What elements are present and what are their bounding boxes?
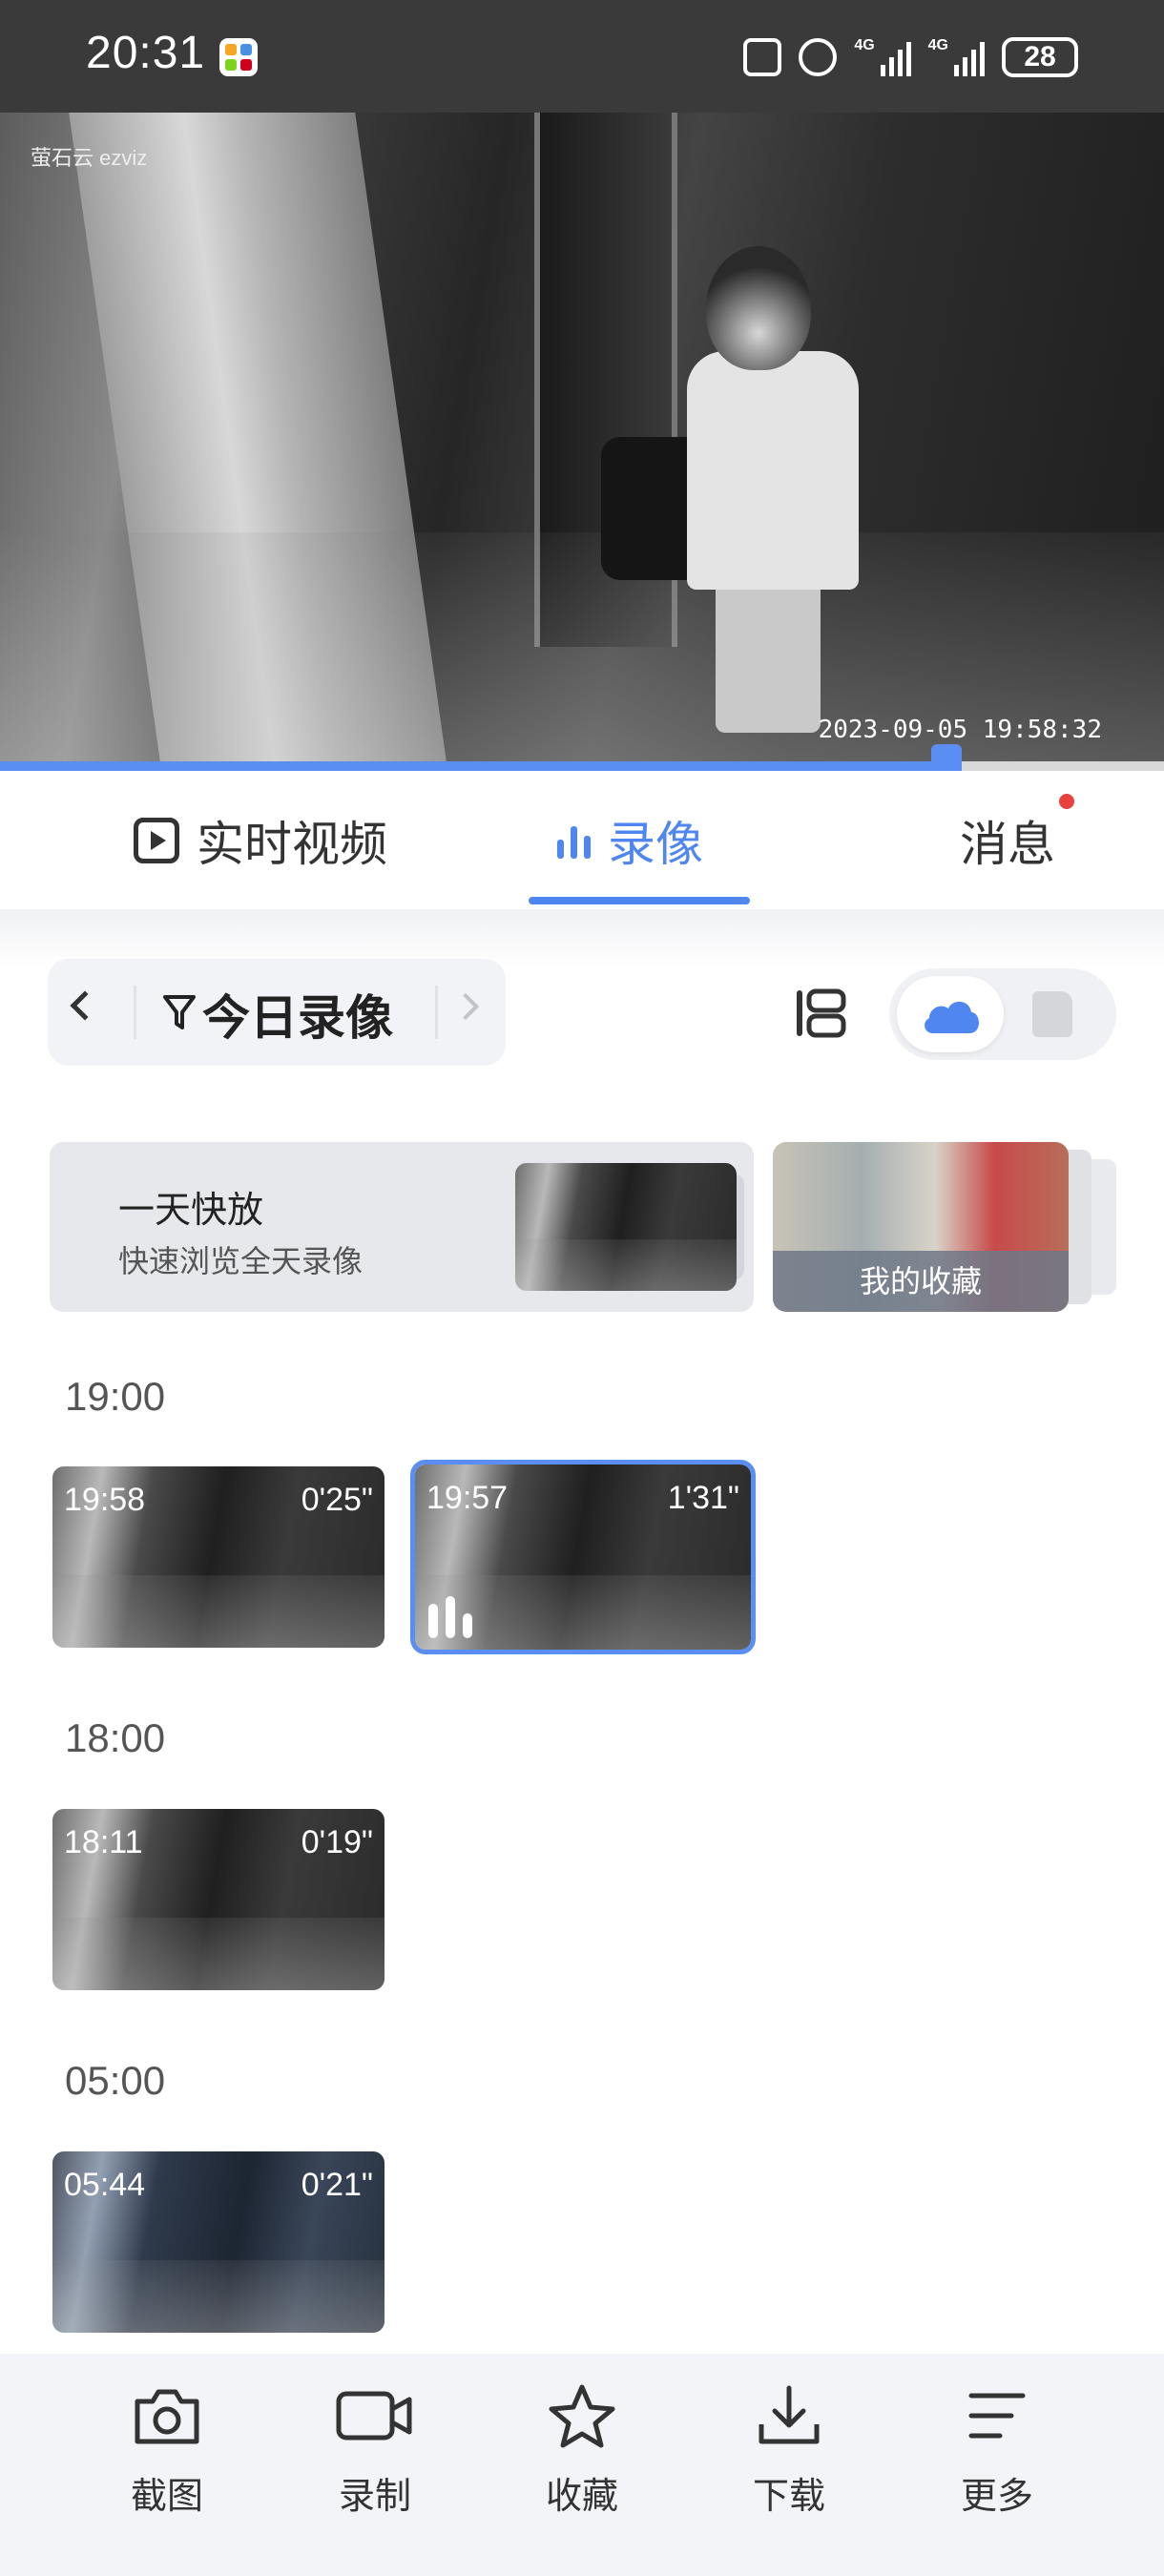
clip-start-time: 19:58	[64, 1482, 146, 1518]
panel-shadow	[0, 909, 1164, 966]
nfc-icon	[743, 38, 782, 76]
active-tab-indicator	[529, 897, 750, 904]
chevron-right-icon[interactable]	[451, 992, 480, 1021]
tab-messages[interactable]: 消息	[960, 771, 1055, 909]
sd-card-icon[interactable]	[1032, 991, 1072, 1037]
day-fast-play-card[interactable]: 一天快放 快速浏览全天录像	[50, 1142, 754, 1312]
storage-source-toggle[interactable]	[889, 968, 1116, 1060]
clip-start-time: 05:44	[64, 2167, 146, 2203]
recording-clip[interactable]: 05:44 0'21"	[52, 2151, 385, 2333]
now-playing-icon	[428, 1596, 472, 1638]
status-bar: 20:31 4G 4G 28	[0, 0, 1164, 113]
favorite-button[interactable]: 收藏	[506, 2382, 658, 2554]
hour-label: 18:00	[65, 1715, 166, 1760]
cloud-storage-option[interactable]	[897, 976, 1004, 1052]
recording-clip[interactable]: 19:58 0'25"	[52, 1466, 385, 1648]
tool-label: 录制	[338, 2475, 411, 2517]
list-layout-icon[interactable]	[794, 987, 847, 1039]
record-button[interactable]: 录制	[299, 2382, 451, 2554]
tab-recordings[interactable]: 录像	[557, 771, 703, 909]
favorites-label: 我的收藏	[773, 1251, 1069, 1312]
recording-clip-selected[interactable]: 19:57 1'31"	[410, 1460, 756, 1654]
tab-label: 录像	[608, 816, 703, 872]
unread-badge	[1059, 794, 1074, 809]
hour-label: 05:00	[65, 2058, 166, 2103]
tool-label: 更多	[960, 2475, 1033, 2517]
recording-clip[interactable]: 18:11 0'19"	[52, 1809, 385, 1990]
filter-label[interactable]: 今日录像	[202, 980, 393, 1049]
app-notification-icon	[219, 38, 258, 76]
download-icon	[759, 2385, 820, 2444]
filter-icon	[163, 995, 196, 1029]
tab-bar: 实时视频 录像 消息	[0, 771, 1164, 909]
signal-icon: 4G	[928, 38, 985, 76]
video-player[interactable]: 萤石云 ezviz 2023-09-05 19:58:32	[0, 113, 1164, 761]
favorites-card[interactable]: 我的收藏	[773, 1142, 1069, 1312]
clip-start-time: 19:57	[426, 1480, 509, 1516]
star-icon	[549, 2384, 615, 2448]
hour-label: 19:00	[65, 1374, 166, 1419]
network-type: 4G	[927, 37, 948, 53]
clip-duration: 0'21"	[301, 2167, 373, 2203]
playback-progress-bar[interactable]	[0, 744, 1164, 790]
menu-icon	[968, 2393, 1026, 2439]
tab-label: 消息	[960, 816, 1055, 872]
tab-label: 实时视频	[197, 816, 387, 872]
clip-start-time: 18:11	[64, 1824, 143, 1860]
network-type: 4G	[854, 37, 875, 53]
chevron-left-icon[interactable]	[70, 990, 100, 1021]
tool-label: 下载	[752, 2475, 825, 2517]
tab-live-video[interactable]: 实时视频	[134, 771, 387, 909]
date-filter: 今日录像	[48, 959, 506, 1066]
play-square-icon	[134, 817, 179, 863]
brand-logo: 萤石云 ezviz	[31, 146, 148, 170]
quick-play-title: 一天快放	[118, 1189, 264, 1231]
clip-duration: 1'31"	[667, 1480, 739, 1516]
clip-duration: 0'25"	[301, 1482, 373, 1518]
video-camera-icon	[336, 2391, 412, 2441]
signal-icon: 4G	[854, 37, 911, 76]
quick-play-subtitle: 快速浏览全天录像	[118, 1243, 364, 1279]
tool-label: 收藏	[545, 2475, 618, 2517]
bar-chart-icon	[557, 822, 591, 859]
tool-label: 截图	[130, 2475, 203, 2517]
video-timestamp: 2023-09-05 19:58:32	[818, 716, 1102, 744]
quick-play-thumbnail	[515, 1163, 744, 1291]
more-button[interactable]: 更多	[921, 2382, 1073, 2554]
camera-icon	[135, 2389, 199, 2444]
progress-fill	[0, 761, 944, 771]
app-screen: 20:31 4G 4G 28 萤石云 ezviz 2023-09-05 19:5…	[0, 0, 1164, 2576]
status-icons: 4G 4G 28	[743, 34, 1078, 80]
cloud-icon	[925, 1001, 979, 1033]
clip-duration: 0'19"	[301, 1824, 373, 1860]
alarm-icon	[799, 38, 838, 76]
status-time: 20:31	[86, 28, 206, 78]
download-button[interactable]: 下载	[713, 2382, 865, 2554]
video-scene	[601, 246, 859, 742]
bottom-toolbar: 截图 录制 收藏 下载 更多	[0, 2354, 1164, 2576]
battery-icon: 28	[1002, 37, 1078, 77]
screenshot-button[interactable]: 截图	[91, 2382, 243, 2554]
